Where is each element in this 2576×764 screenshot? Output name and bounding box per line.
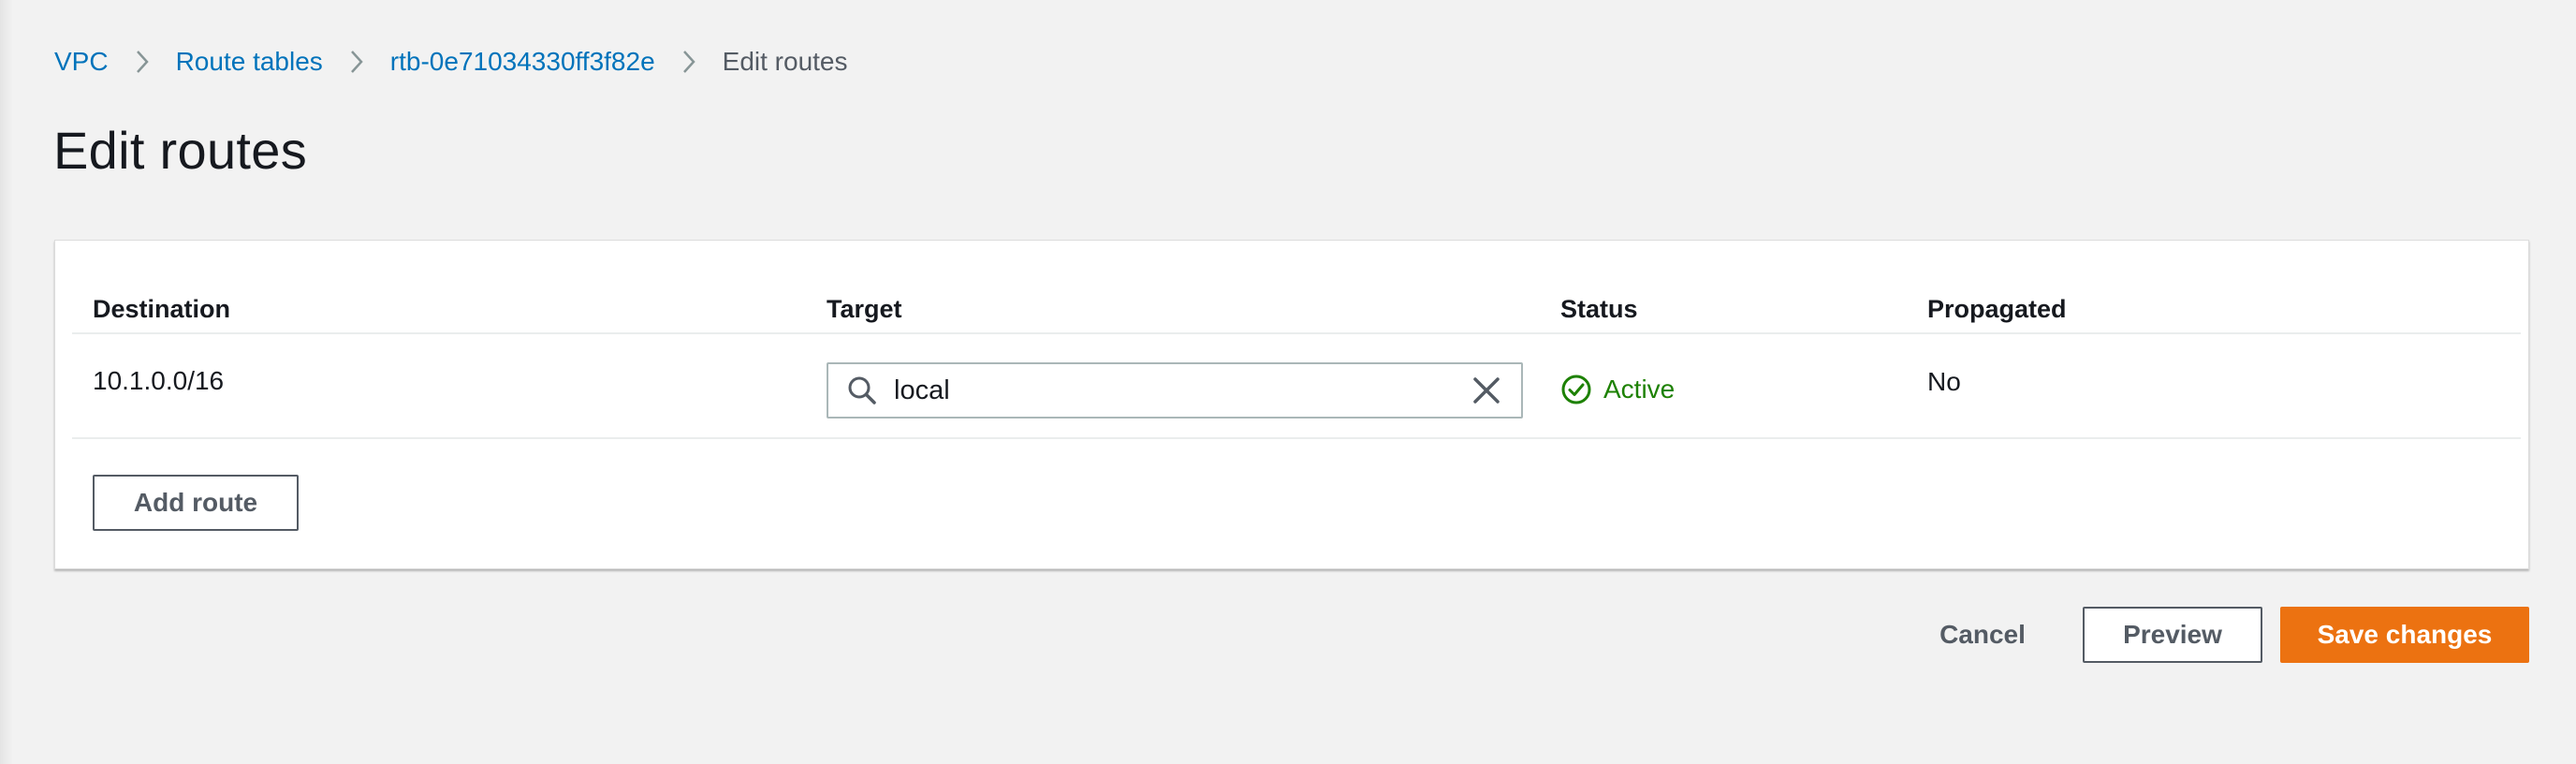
status-badge: Active xyxy=(1560,363,1675,416)
target-search-input[interactable]: local xyxy=(827,362,1523,419)
cancel-button[interactable]: Cancel xyxy=(1926,607,2039,663)
preview-button[interactable]: Preview xyxy=(2083,607,2262,663)
row-divider xyxy=(72,437,2521,439)
destination-cell: 10.1.0.0/16 xyxy=(93,366,225,395)
breadcrumb-current: Edit routes xyxy=(722,47,848,76)
target-input-value[interactable]: local xyxy=(894,375,1471,406)
breadcrumb: VPC Route tables rtb-0e71034330ff3f82e E… xyxy=(54,43,848,81)
column-header-status: Status xyxy=(1560,295,1638,323)
propagated-cell: No xyxy=(1927,367,1961,396)
breadcrumb-vpc[interactable]: VPC xyxy=(54,47,109,77)
header-divider xyxy=(72,332,2521,334)
close-icon[interactable] xyxy=(1471,375,1502,406)
search-icon xyxy=(848,376,876,404)
page-left-edge xyxy=(0,0,13,764)
breadcrumb-route-tables[interactable]: Route tables xyxy=(176,47,323,77)
routes-table-panel: Destination Target Status Propagated 10.… xyxy=(54,240,2529,569)
chevron-right-icon xyxy=(323,49,390,75)
chevron-right-icon xyxy=(655,49,723,75)
column-header-target: Target xyxy=(827,295,902,323)
add-route-button[interactable]: Add route xyxy=(93,475,299,531)
column-header-destination: Destination xyxy=(93,295,231,323)
column-header-propagated: Propagated xyxy=(1927,295,2067,323)
breadcrumb-route-table-id[interactable]: rtb-0e71034330ff3f82e xyxy=(390,47,655,77)
check-circle-icon xyxy=(1561,375,1591,404)
save-changes-button[interactable]: Save changes xyxy=(2280,607,2529,663)
status-label: Active xyxy=(1603,375,1676,404)
chevron-right-icon xyxy=(109,49,176,75)
page-title: Edit routes xyxy=(53,121,307,180)
